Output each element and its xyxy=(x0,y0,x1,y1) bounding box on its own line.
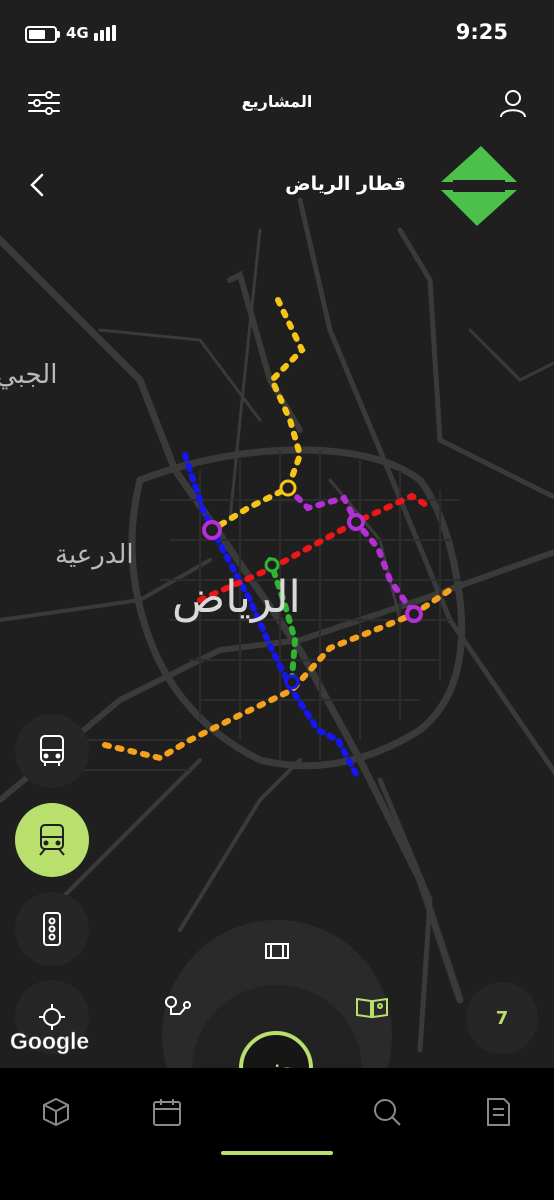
route-button[interactable] xyxy=(160,992,196,1022)
chevron-left-icon xyxy=(30,173,44,197)
bus-filter-button[interactable] xyxy=(15,714,89,788)
status-time: 9:25 xyxy=(455,20,508,44)
station-ring xyxy=(264,557,280,573)
station-ring xyxy=(202,520,222,540)
document-icon xyxy=(487,1098,510,1126)
map-label-jubaila: الجبي xyxy=(0,360,58,390)
map-label-city: الرياض xyxy=(172,572,301,623)
project-logo xyxy=(433,142,525,230)
tab-search[interactable] xyxy=(369,1094,405,1130)
map-book-icon xyxy=(356,997,388,1019)
station-ring xyxy=(347,513,365,531)
bottom-nav xyxy=(0,1068,554,1200)
calendar-icon xyxy=(153,1099,181,1126)
network-type: 4G xyxy=(66,24,89,42)
home-indicator xyxy=(221,1151,333,1155)
metro-logo-icon xyxy=(441,146,517,226)
map-frame-icon xyxy=(265,943,289,959)
train-icon xyxy=(39,824,65,856)
back-button[interactable] xyxy=(24,170,50,200)
station-ring xyxy=(405,605,423,623)
station-ring xyxy=(279,479,297,497)
cube-icon xyxy=(43,1097,69,1127)
map-label-diriyah: الدرعية xyxy=(55,540,134,570)
station-ring xyxy=(284,674,300,690)
route-icon xyxy=(165,996,191,1015)
signal-icon xyxy=(94,25,120,41)
traffic-filter-button[interactable] xyxy=(15,892,89,966)
traffic-light-icon xyxy=(43,912,61,946)
tab-reports[interactable] xyxy=(480,1094,516,1130)
bus-icon xyxy=(40,735,64,766)
page-title: المشاريع xyxy=(241,92,313,111)
count-badge[interactable]: 7 xyxy=(466,982,538,1054)
user-icon xyxy=(500,90,526,118)
map-book-button[interactable] xyxy=(354,992,390,1022)
profile-button[interactable] xyxy=(496,86,530,120)
tab-calendar[interactable] xyxy=(149,1094,185,1130)
battery-icon xyxy=(25,26,60,43)
tab-projects[interactable] xyxy=(38,1094,74,1130)
train-filter-button[interactable] xyxy=(15,803,89,877)
project-title: قطار الرياض xyxy=(285,173,406,195)
map-frame-button[interactable] xyxy=(262,938,292,964)
google-attribution: Google xyxy=(10,1028,90,1055)
status-bar: 4G 9:25 xyxy=(0,0,554,66)
search-icon xyxy=(374,1099,401,1126)
